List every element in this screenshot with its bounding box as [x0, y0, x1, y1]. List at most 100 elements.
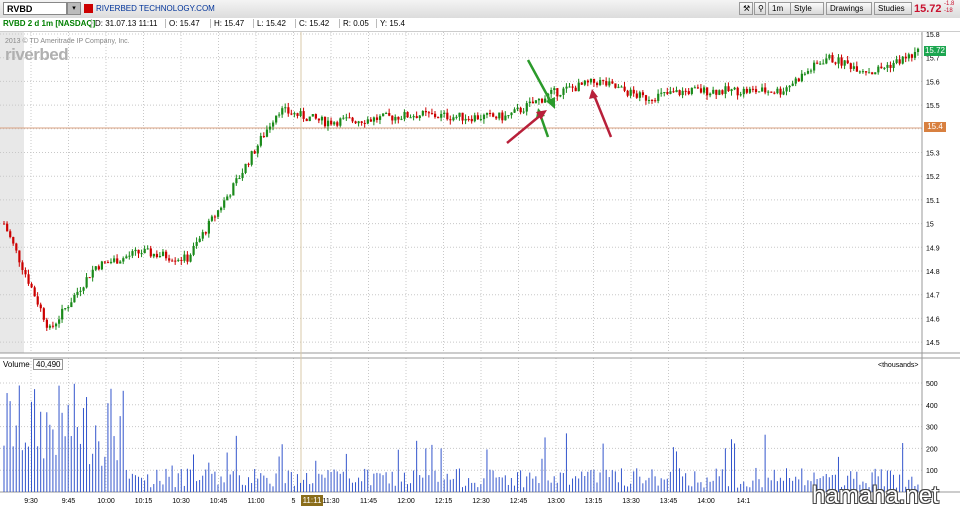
candle-body — [88, 277, 91, 279]
candle-body — [391, 115, 394, 121]
candle-body — [877, 66, 880, 73]
candle-body — [470, 118, 473, 122]
candle-body — [657, 93, 660, 101]
candle-body — [143, 248, 146, 254]
candle-body — [858, 71, 862, 73]
candle-body — [568, 86, 571, 88]
time-tick-label: 9:30 — [24, 498, 38, 505]
candle-body — [21, 262, 24, 270]
site-watermark: hamaha.net — [812, 482, 939, 509]
time-tick-label: 13:00 — [547, 498, 565, 505]
candle-body — [210, 216, 214, 221]
candle-body — [308, 116, 311, 122]
candle-body — [155, 253, 159, 258]
candle-body — [544, 98, 547, 103]
candle-body — [898, 59, 901, 64]
candle-body — [504, 115, 507, 121]
candle-body — [216, 210, 220, 217]
candle-body — [42, 308, 45, 320]
candle-body — [403, 111, 406, 119]
price-volume-chart[interactable]: 15.8 15.7 15.6 15.5 15.4 15.3 15.2 15.1 15 14.9 14… — [0, 0, 960, 509]
candle-body — [562, 88, 565, 95]
price-tick-label: 15.3 — [926, 151, 940, 158]
candle-body — [388, 113, 391, 116]
candle-body — [880, 66, 883, 69]
candle-body — [757, 91, 761, 93]
candle-body — [281, 108, 284, 115]
candle-body — [550, 90, 553, 94]
candle-body — [495, 116, 498, 119]
price-tick-label: 15.2 — [926, 174, 940, 181]
time-tick-label: 13:15 — [585, 498, 603, 505]
candle-body — [342, 117, 345, 119]
candle-body — [904, 56, 907, 59]
candle-body — [577, 82, 580, 92]
candle-body — [137, 249, 140, 254]
candle-body — [183, 254, 186, 261]
candle-body — [702, 87, 706, 93]
red-arrow-2 — [592, 94, 613, 138]
candle-body — [721, 90, 724, 94]
candle-body — [709, 93, 712, 96]
candle-body — [654, 100, 657, 102]
candle-body — [427, 112, 431, 114]
candle-body — [825, 58, 828, 64]
candle-body — [397, 116, 400, 120]
volume-value: 40,490 — [33, 359, 64, 370]
candle-body — [773, 92, 776, 94]
time-tick-label: 12:15 — [435, 498, 453, 505]
candle-body — [767, 91, 770, 93]
candle-body — [226, 196, 229, 201]
candle-body — [378, 116, 382, 120]
candle-body — [794, 78, 797, 84]
candle-body — [861, 71, 865, 73]
candle-body — [70, 302, 73, 308]
time-tick-label: 12:00 — [397, 498, 415, 505]
candle-body — [165, 251, 168, 259]
candle-body — [241, 172, 244, 179]
candle-body — [473, 115, 476, 122]
candle-body — [299, 111, 302, 116]
candle-body — [363, 122, 366, 124]
candle-body — [849, 63, 852, 69]
price-tick-label: 14.5 — [926, 340, 940, 347]
candle-body — [874, 72, 877, 75]
candle-body — [736, 87, 739, 96]
candle-body — [647, 99, 651, 101]
candle-body — [788, 85, 791, 88]
cursor-time-label: 11:11 — [301, 495, 323, 506]
candle-body — [571, 86, 574, 88]
candle-body — [213, 216, 217, 218]
candle-body — [733, 87, 736, 90]
candle-body — [537, 98, 541, 101]
candle-body — [366, 119, 369, 124]
candle-body — [669, 91, 672, 94]
candle-body — [681, 90, 684, 96]
candle-body — [846, 60, 849, 64]
candle-body — [51, 325, 55, 327]
time-tick-label: 12:30 — [472, 498, 490, 505]
candle-body — [883, 67, 886, 69]
price-tick-label: 14.9 — [926, 245, 940, 252]
time-tick-label: 10:15 — [135, 498, 153, 505]
candle-body — [592, 78, 596, 83]
volume-tick-label: 400 — [926, 403, 938, 410]
candle-body — [327, 120, 330, 127]
candle-body — [696, 87, 700, 89]
candle-body — [336, 122, 339, 126]
candle-body — [446, 112, 449, 120]
candle-body — [195, 241, 198, 246]
candle-body — [339, 118, 342, 126]
candle-body — [18, 250, 21, 263]
candle-body — [192, 245, 195, 255]
candle-body — [684, 90, 687, 92]
candle-body — [256, 145, 259, 154]
candle-body — [822, 63, 825, 65]
candle-body — [715, 89, 718, 95]
candle-body — [284, 107, 287, 109]
candle-body — [253, 151, 256, 154]
candle-body — [400, 118, 403, 120]
green-arrow-1 — [526, 59, 554, 105]
candle-body — [678, 90, 681, 96]
candle-body — [809, 70, 813, 72]
